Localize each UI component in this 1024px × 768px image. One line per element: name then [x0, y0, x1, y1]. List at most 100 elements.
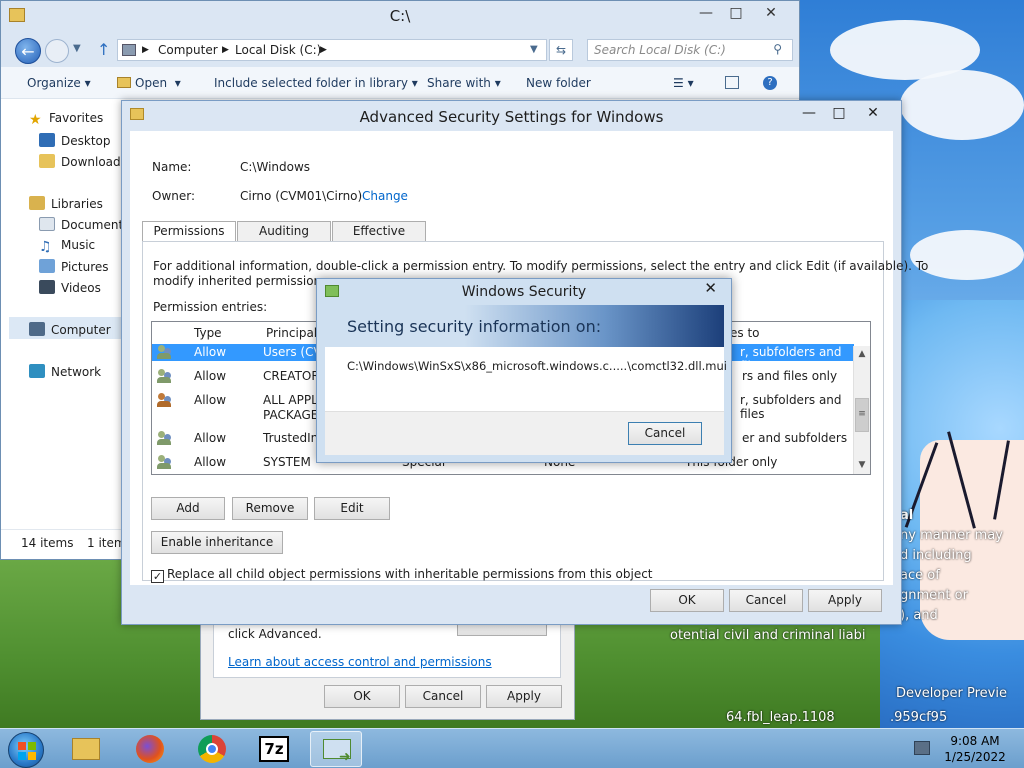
- 7zip-icon: 7z: [259, 736, 289, 762]
- minimize-button[interactable]: —: [792, 102, 826, 126]
- nav-documents[interactable]: Documents: [39, 217, 129, 232]
- nav-network-label: Network: [51, 365, 102, 379]
- organize-label: Organize: [27, 76, 81, 90]
- close-icon[interactable]: ✕: [704, 279, 717, 297]
- breadcrumb-computer[interactable]: Computer: [158, 43, 218, 57]
- preview-pane-icon[interactable]: [725, 76, 739, 89]
- watermark-line: ny manner may: [900, 528, 1003, 543]
- advanced-security-title: Advanced Security Settings for Windows: [359, 108, 664, 126]
- address-row: ← ▼ ↑ ▶ Computer ▶ Local Disk (C:) ▶ ▼ ⇆…: [1, 31, 799, 67]
- nav-videos-label: Videos: [61, 281, 101, 295]
- organize-menu[interactable]: Organize ▾: [27, 76, 91, 90]
- row-principal: ALL APPLI: [263, 393, 322, 407]
- computer-icon: [122, 44, 136, 56]
- address-dropdown-icon[interactable]: ▼: [530, 44, 538, 55]
- windows-logo-icon: [18, 742, 36, 760]
- taskbar-chrome[interactable]: [186, 731, 238, 767]
- close-button[interactable]: ✕: [856, 102, 890, 126]
- row-applies-to: rs and files only: [742, 369, 838, 383]
- properties-ok-button[interactable]: OK: [324, 685, 400, 708]
- edit-button[interactable]: Edit: [314, 497, 390, 520]
- address-bar[interactable]: ▶ Computer ▶ Local Disk (C:) ▶ ▼: [117, 39, 547, 61]
- breadcrumb-local-disk[interactable]: Local Disk (C:): [235, 43, 321, 57]
- tab-permissions[interactable]: Permissions: [142, 221, 236, 243]
- nav-libraries[interactable]: Libraries: [29, 196, 103, 211]
- users-group-icon: [156, 455, 172, 469]
- help-icon[interactable]: ?: [763, 76, 777, 90]
- tab-auditing[interactable]: Auditing: [237, 221, 331, 242]
- current-file-path: C:\Windows\WinSxS\x86_microsoft.windows.…: [347, 359, 727, 373]
- view-options-icon[interactable]: ☰ ▾: [673, 76, 694, 90]
- maximize-button[interactable]: □: [721, 3, 751, 25]
- close-button[interactable]: ✕: [756, 3, 786, 25]
- nav-network[interactable]: Network: [29, 364, 101, 379]
- properties-apply-button[interactable]: Apply: [486, 685, 562, 708]
- scrollbar-thumb[interactable]: ≡: [855, 398, 869, 432]
- search-icon[interactable]: ⚲: [773, 42, 782, 56]
- nav-computer[interactable]: Computer: [9, 317, 121, 339]
- taskbar: 7z ➜ 9:08 AM 1/25/2022: [0, 728, 1024, 768]
- remove-button[interactable]: Remove: [232, 497, 308, 520]
- vertical-scrollbar[interactable]: ▲ ≡ ▼: [853, 346, 870, 474]
- windows-security-banner: Setting security information on:: [325, 305, 724, 347]
- taskbar-security-dialog[interactable]: ➜: [310, 731, 362, 767]
- row-type: Allow: [194, 431, 227, 445]
- column-type[interactable]: Type: [194, 326, 222, 340]
- include-in-library-menu[interactable]: Include selected folder in library ▾: [214, 76, 418, 90]
- chrome-center: [206, 743, 218, 755]
- navigation-pane: ★ Favorites Desktop Downloads Libraries D…: [1, 99, 129, 529]
- minimize-button[interactable]: —: [691, 3, 721, 25]
- nav-favorites[interactable]: ★ Favorites: [29, 111, 103, 128]
- scroll-down-icon[interactable]: ▼: [854, 457, 870, 474]
- advanced-hint: click Advanced.: [228, 627, 322, 641]
- recent-pages-chevron-icon[interactable]: ▼: [73, 43, 81, 54]
- column-principal[interactable]: Principal: [266, 326, 317, 340]
- access-control-help-link[interactable]: Learn about access control and permissio…: [228, 655, 492, 669]
- nav-computer-label: Computer: [51, 323, 111, 337]
- pictures-icon: [39, 259, 55, 273]
- watermark-line: ace of: [900, 568, 940, 583]
- tab-effective-access[interactable]: Effective Access: [332, 221, 426, 257]
- maximize-button[interactable]: □: [822, 102, 856, 126]
- column-applies-to[interactable]: es to: [730, 326, 760, 340]
- windows-security-footer: Cancel: [325, 411, 724, 455]
- users-group-icon: [156, 345, 172, 359]
- nav-music[interactable]: ♫ Music: [39, 238, 95, 255]
- windows-security-cancel-button[interactable]: Cancel: [628, 422, 702, 445]
- forward-button[interactable]: [45, 39, 69, 63]
- enable-inheritance-button[interactable]: Enable inheritance: [151, 531, 283, 554]
- start-button[interactable]: [8, 732, 44, 768]
- scroll-up-icon[interactable]: ▲: [854, 346, 870, 363]
- cancel-button[interactable]: Cancel: [729, 589, 803, 612]
- share-with-menu[interactable]: Share with ▾: [427, 76, 501, 90]
- back-button[interactable]: ←: [15, 38, 41, 64]
- watermark-line: .959cf95: [890, 710, 948, 725]
- row-applies-to: er and subfolders: [742, 431, 848, 445]
- nav-desktop[interactable]: Desktop: [39, 133, 111, 148]
- apply-button[interactable]: Apply: [808, 589, 882, 612]
- system-clock[interactable]: 9:08 AM 1/25/2022: [940, 733, 1010, 765]
- search-input[interactable]: Search Local Disk (C:) ⚲: [587, 39, 793, 61]
- new-folder-button[interactable]: New folder: [526, 76, 591, 90]
- row-principal: CREATOR: [263, 369, 320, 383]
- open-menu[interactable]: Open ▾: [117, 76, 181, 90]
- row-applies-to: r, subfolders and files: [740, 393, 842, 421]
- taskbar-firefox[interactable]: [124, 731, 176, 767]
- replace-child-permissions-option[interactable]: ✓ Replace all child object permissions wi…: [151, 567, 653, 583]
- taskbar-file-explorer[interactable]: [60, 731, 112, 767]
- name-value: C:\Windows: [240, 160, 311, 174]
- nav-pictures[interactable]: Pictures: [39, 259, 109, 274]
- nav-videos[interactable]: Videos: [39, 280, 101, 295]
- ok-button[interactable]: OK: [650, 589, 724, 612]
- change-owner-link[interactable]: Change: [362, 189, 408, 203]
- nav-downloads[interactable]: Downloads: [39, 154, 127, 169]
- replace-child-permissions-label: Replace all child object permissions wit…: [167, 567, 653, 581]
- properties-cancel-button[interactable]: Cancel: [405, 685, 481, 708]
- clock-date: 1/25/2022: [944, 750, 1006, 764]
- checkbox-checked-icon[interactable]: ✓: [151, 570, 164, 583]
- network-tray-icon[interactable]: [914, 741, 930, 755]
- taskbar-7zip[interactable]: 7z: [248, 731, 300, 767]
- up-arrow-icon[interactable]: ↑: [97, 40, 110, 59]
- refresh-button[interactable]: ⇆: [549, 39, 573, 61]
- add-button[interactable]: Add: [151, 497, 225, 520]
